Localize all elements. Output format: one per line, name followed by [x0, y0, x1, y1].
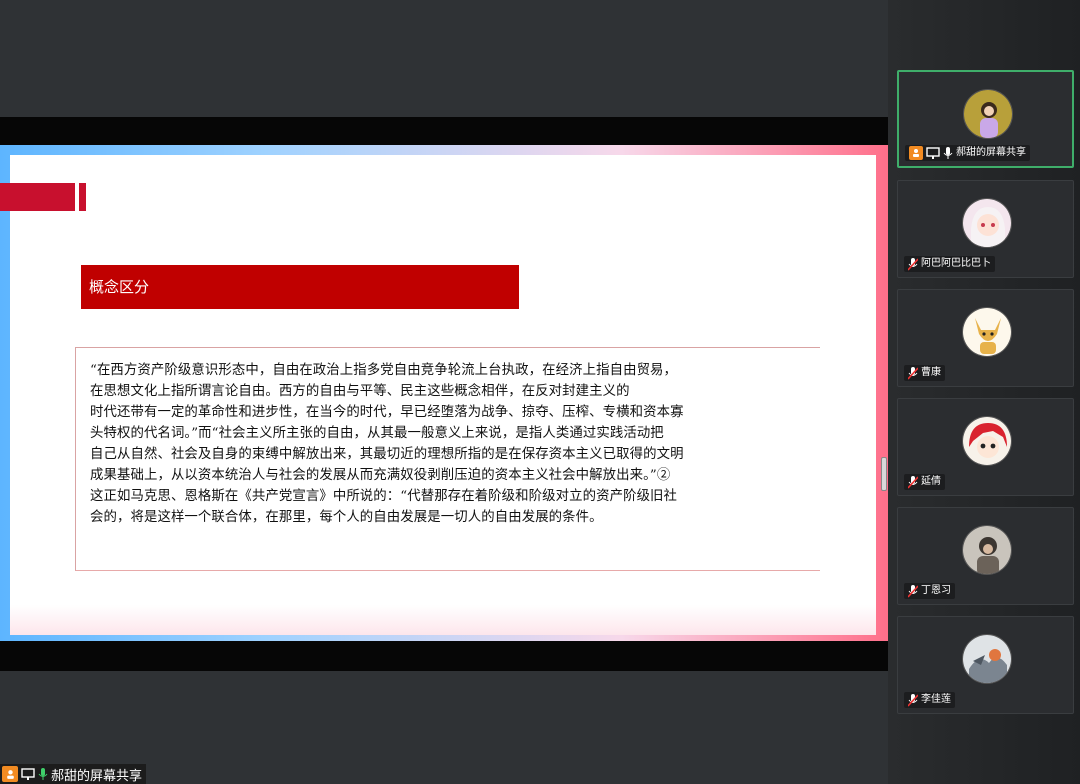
shared-slide: 概念区分 “在西方资产阶级意识形态中，自由在政治上指多党自由竞争轮流上台执政，在…	[0, 145, 888, 641]
participant-name-bar: 曹康	[904, 365, 945, 381]
screen-share-stage: 概念区分 “在西方资产阶级意识形态中，自由在政治上指多党自由竞争轮流上台执政，在…	[0, 0, 888, 784]
slide-decoration-stripe	[68, 183, 75, 211]
screen-share-icon	[909, 146, 923, 160]
avatar	[962, 307, 1012, 357]
participant-name: 曹康	[921, 367, 941, 378]
mic-icon	[38, 767, 48, 781]
participant-name-bar: 郝甜的屏幕共享	[905, 145, 1030, 161]
participant-tile[interactable]: 阿巴阿巴比巴卜	[897, 180, 1074, 278]
avatar	[962, 634, 1012, 684]
mic-muted-icon	[908, 257, 918, 271]
quote-text: “在西方资产阶级意识形态中，自由在政治上指多党自由竞争轮流上台执政，在经济上指自…	[90, 363, 684, 525]
participant-name: 郝甜的屏幕共享	[956, 147, 1026, 158]
participant-name-bar: 延倩	[904, 474, 945, 490]
screen-share-icon	[2, 766, 18, 782]
participant-name-bar: 阿巴阿巴比巴卜	[904, 256, 995, 272]
participant-tile[interactable]: 延倩	[897, 398, 1074, 496]
panel-resize-handle[interactable]	[881, 457, 887, 491]
presenter-icon	[21, 768, 35, 780]
participant-name: 阿巴阿巴比巴卜	[921, 258, 991, 269]
screen-share-label: 郝甜的屏幕共享	[0, 764, 147, 784]
avatar	[962, 416, 1012, 466]
participant-tile[interactable]: 曹康	[897, 289, 1074, 387]
slide-heading: 概念区分	[81, 265, 519, 309]
participant-name: 丁恩习	[921, 585, 951, 596]
quote-box: “在西方资产阶级意识形态中，自由在政治上指多党自由竞争轮流上台执政，在经济上指自…	[75, 347, 820, 571]
slide-content: 概念区分 “在西方资产阶级意识形态中，自由在政治上指多党自由竞争轮流上台执政，在…	[0, 155, 876, 635]
avatar	[963, 89, 1013, 139]
participant-tile[interactable]: 郝甜的屏幕共享	[897, 70, 1074, 168]
participant-name: 延倩	[921, 476, 941, 487]
avatar	[962, 525, 1012, 575]
screen-share-owner: 郝甜的屏幕共享	[51, 768, 143, 784]
avatar	[962, 198, 1012, 248]
participant-sidebar: 郝甜的屏幕共享 阿巴阿巴比巴卜 曹康 延倩 丁恩习 李佳莲	[888, 0, 1080, 784]
mic-muted-icon	[908, 366, 918, 380]
presenter-icon	[926, 147, 940, 159]
participant-tile[interactable]: 李佳莲	[897, 616, 1074, 714]
participant-tile[interactable]: 丁恩习	[897, 507, 1074, 605]
participant-name: 李佳莲	[921, 694, 951, 705]
mic-muted-icon	[908, 475, 918, 489]
slide-decoration-stripe	[79, 183, 86, 211]
mic-muted-icon	[908, 584, 918, 598]
slide-decoration-bar	[0, 183, 74, 211]
letterbox-top	[0, 117, 888, 145]
participant-name-bar: 丁恩习	[904, 583, 955, 599]
mic-icon	[943, 146, 953, 160]
participant-name-bar: 李佳莲	[904, 692, 955, 708]
letterbox-bottom	[0, 641, 888, 671]
mic-muted-icon	[908, 693, 918, 707]
